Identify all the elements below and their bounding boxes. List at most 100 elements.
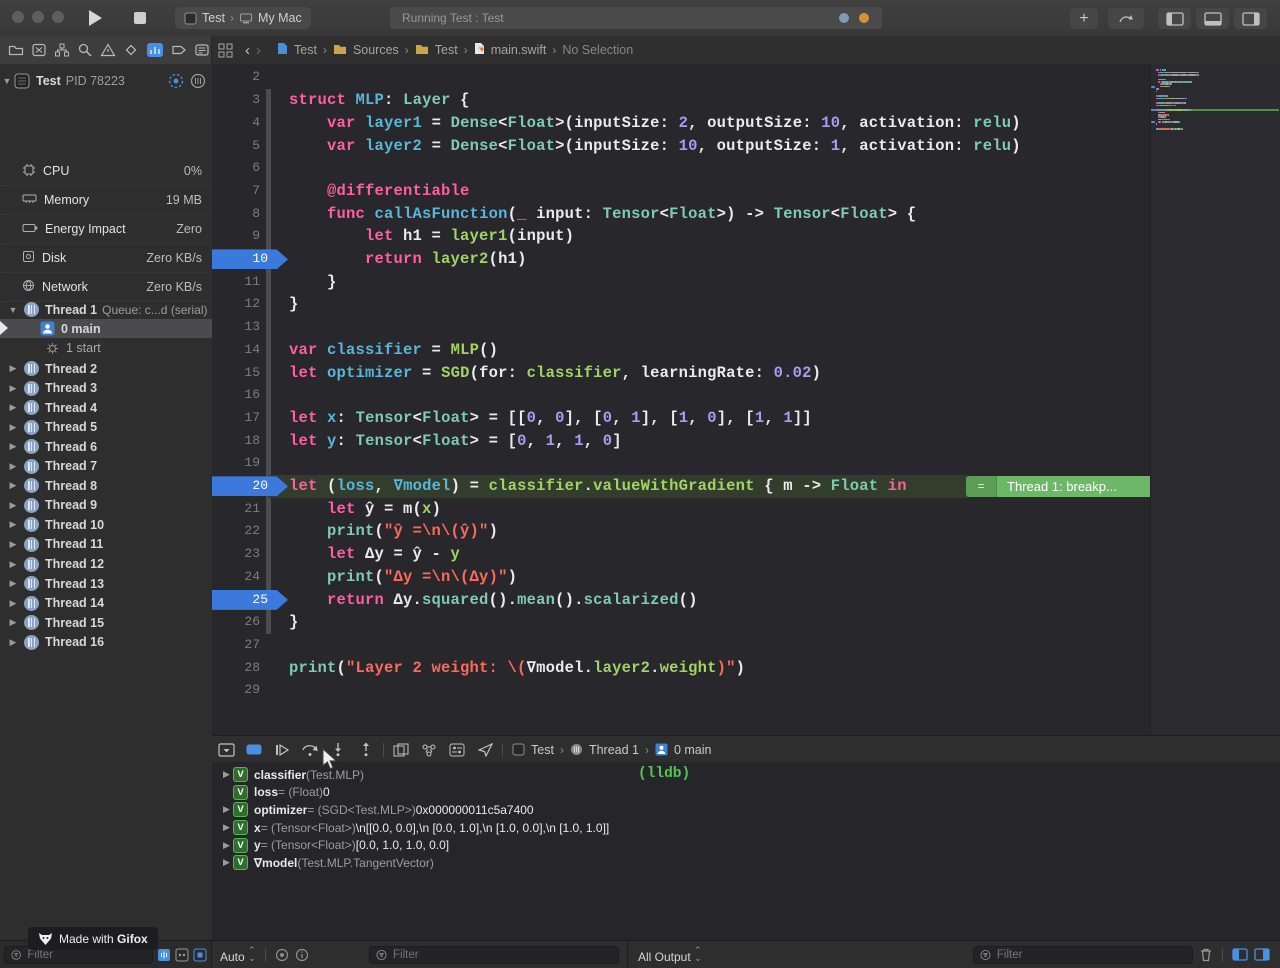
environment-overrides-button[interactable] bbox=[443, 743, 471, 757]
disclosure-triangle[interactable]: ▶ bbox=[0, 500, 20, 511]
debug-navigator-icon[interactable] bbox=[146, 41, 164, 59]
disclosure-triangle[interactable]: ▶ bbox=[0, 461, 20, 472]
disclosure-triangle[interactable]: ▶ bbox=[220, 769, 233, 780]
breadcrumb[interactable]: Test›Sources›Test›main.swift›No Selectio… bbox=[277, 42, 633, 58]
thread-row[interactable]: ▶Thread 4 bbox=[0, 398, 212, 417]
debug-breadcrumb[interactable]: Test› Thread 1› 0 main bbox=[512, 743, 712, 757]
pause-process-icon[interactable] bbox=[168, 73, 184, 89]
variable-row-∇model[interactable]: ▶V∇model (Test.MLP.TangentVector) bbox=[212, 854, 636, 872]
variable-row-optimizer[interactable]: ▶Voptimizer = (SGD<Test.MLP>) 0x00000001… bbox=[212, 801, 636, 819]
simulate-location-button[interactable] bbox=[471, 743, 499, 757]
minimize-window-button[interactable] bbox=[32, 11, 44, 23]
code-review-button[interactable] bbox=[1108, 8, 1144, 29]
minimap[interactable] bbox=[1150, 64, 1280, 735]
breakpoint-navigator-icon[interactable] bbox=[171, 42, 187, 58]
disclosure-triangle[interactable]: ▶ bbox=[220, 840, 233, 851]
trash-icon[interactable] bbox=[1199, 947, 1213, 962]
breadcrumb-item[interactable]: No Selection bbox=[562, 43, 633, 57]
breadcrumb-item[interactable]: Sources bbox=[353, 43, 399, 57]
search-navigator-icon[interactable] bbox=[77, 42, 93, 58]
breakpoints-toggle-button[interactable] bbox=[240, 744, 268, 755]
console-output-selector[interactable]: All Output ⌃⌄ bbox=[638, 946, 702, 964]
back-button[interactable]: ‹ bbox=[245, 42, 250, 59]
thread-1-row[interactable]: ▼ Thread 1 Queue: c...d (serial) bbox=[0, 300, 212, 319]
gauge-row-disk[interactable]: DiskZero KB/s bbox=[0, 244, 212, 273]
issue-navigator-icon[interactable] bbox=[100, 42, 116, 58]
console[interactable]: (lldb) bbox=[628, 762, 1280, 940]
thread-row[interactable]: ▶Thread 9 bbox=[0, 496, 212, 515]
thread-row[interactable]: ▶Thread 14 bbox=[0, 594, 212, 613]
disclosure-triangle[interactable]: ▶ bbox=[220, 857, 233, 868]
flag-icon[interactable] bbox=[275, 948, 289, 962]
disclosure-triangle[interactable]: ▶ bbox=[0, 402, 20, 413]
thread-row[interactable]: ▶Thread 13 bbox=[0, 574, 212, 593]
test-navigator-icon[interactable] bbox=[123, 42, 139, 58]
source-control-navigator-icon[interactable] bbox=[31, 42, 47, 58]
show-variables-view-icon[interactable] bbox=[1232, 948, 1248, 961]
variables-scope-selector[interactable]: Auto ⌃⌄ bbox=[220, 946, 256, 964]
report-navigator-icon[interactable] bbox=[194, 42, 210, 58]
thread-row[interactable]: ▶Thread 11 bbox=[0, 535, 212, 554]
disclosure-triangle[interactable]: ▶ bbox=[0, 480, 20, 491]
thread-row[interactable]: ▶Thread 8 bbox=[0, 476, 212, 495]
thread-row[interactable]: ▶Thread 12 bbox=[0, 555, 212, 574]
disclosure-triangle[interactable]: ▶ bbox=[0, 637, 20, 648]
step-over-button[interactable] bbox=[296, 742, 324, 757]
thread-row[interactable]: ▶Thread 3 bbox=[0, 379, 212, 398]
stack-frame-row-start[interactable]: 1 start bbox=[0, 339, 212, 358]
gauge-row-network[interactable]: NetworkZero KB/s bbox=[0, 273, 212, 302]
gauge-row-memory[interactable]: Memory19 MB bbox=[0, 186, 212, 215]
step-out-button[interactable] bbox=[352, 742, 380, 757]
breadcrumb-item[interactable]: main.swift bbox=[491, 43, 547, 57]
thread-row[interactable]: ▶Thread 15 bbox=[0, 613, 212, 632]
zoom-window-button[interactable] bbox=[52, 11, 64, 23]
hide-debug-area-button[interactable] bbox=[212, 743, 240, 757]
run-button[interactable] bbox=[86, 8, 104, 33]
filter-running-threads-icon[interactable] bbox=[157, 948, 171, 962]
view-mode-icon[interactable] bbox=[190, 73, 206, 89]
filter-flagged-icon[interactable] bbox=[193, 948, 207, 962]
thread-row[interactable]: ▶Thread 6 bbox=[0, 437, 212, 456]
disclosure-triangle[interactable]: ▶ bbox=[0, 617, 20, 628]
show-console-view-icon[interactable] bbox=[1254, 948, 1270, 961]
toggle-inspector-button[interactable] bbox=[1234, 8, 1267, 29]
breadcrumb-item[interactable]: Test bbox=[435, 43, 458, 57]
debug-view-hierarchy-button[interactable] bbox=[387, 743, 415, 757]
thread-row[interactable]: ▶Thread 5 bbox=[0, 418, 212, 437]
disclosure-triangle[interactable]: ▶ bbox=[0, 539, 20, 550]
disclosure-triangle[interactable]: ▶ bbox=[0, 422, 20, 433]
filter-view-icon[interactable] bbox=[175, 948, 189, 962]
variables-view[interactable]: ▶Vclassifier (Test.MLP)Vloss = (Float) 0… bbox=[212, 762, 629, 940]
disclosure-triangle[interactable]: ▶ bbox=[0, 383, 20, 394]
related-items-icon[interactable] bbox=[218, 43, 233, 58]
variable-row-classifier[interactable]: ▶Vclassifier (Test.MLP) bbox=[212, 766, 636, 784]
disclosure-triangle[interactable]: ▼ bbox=[0, 305, 20, 315]
stack-frame-row-main[interactable]: 0 main bbox=[0, 319, 212, 338]
disclosure-triangle[interactable]: ▶ bbox=[0, 559, 20, 570]
library-button[interactable]: + bbox=[1070, 8, 1098, 29]
gauge-row-cpu[interactable]: CPU0% bbox=[0, 157, 212, 186]
variable-row-y[interactable]: ▶Vy = (Tensor<Float>) [0.0, 1.0, 1.0, 0.… bbox=[212, 836, 636, 854]
thread-row[interactable]: ▶Thread 10 bbox=[0, 515, 212, 534]
breadcrumb-item[interactable]: Test bbox=[294, 43, 317, 57]
toggle-debug-area-button[interactable] bbox=[1196, 8, 1229, 29]
disclosure-triangle[interactable]: ▶ bbox=[220, 804, 233, 815]
disclosure-triangle[interactable]: ▶ bbox=[0, 363, 20, 374]
forward-button[interactable]: › bbox=[256, 42, 261, 59]
thread-row[interactable]: ▶Thread 7 bbox=[0, 457, 212, 476]
process-row[interactable]: ▼ Test PID 78223 bbox=[0, 70, 212, 92]
gauge-row-energy-impact[interactable]: Energy ImpactZero bbox=[0, 215, 212, 244]
console-filter-field[interactable] bbox=[973, 946, 1193, 964]
disclosure-triangle[interactable]: ▶ bbox=[0, 519, 20, 530]
variable-row-x[interactable]: ▶Vx = (Tensor<Float>) \n[[0.0, 0.0],\n [… bbox=[212, 819, 636, 837]
info-icon[interactable] bbox=[295, 948, 309, 962]
disclosure-triangle[interactable]: ▼ bbox=[0, 76, 14, 86]
close-window-button[interactable] bbox=[12, 11, 24, 23]
toggle-navigator-button[interactable] bbox=[1158, 8, 1191, 29]
disclosure-triangle[interactable]: ▶ bbox=[0, 441, 20, 452]
scheme-selector[interactable]: Test › My Mac bbox=[175, 7, 311, 29]
symbol-navigator-icon[interactable] bbox=[54, 42, 70, 58]
project-navigator-icon[interactable] bbox=[8, 42, 24, 58]
filter-input[interactable] bbox=[995, 948, 1186, 962]
memory-graph-button[interactable] bbox=[415, 743, 443, 757]
